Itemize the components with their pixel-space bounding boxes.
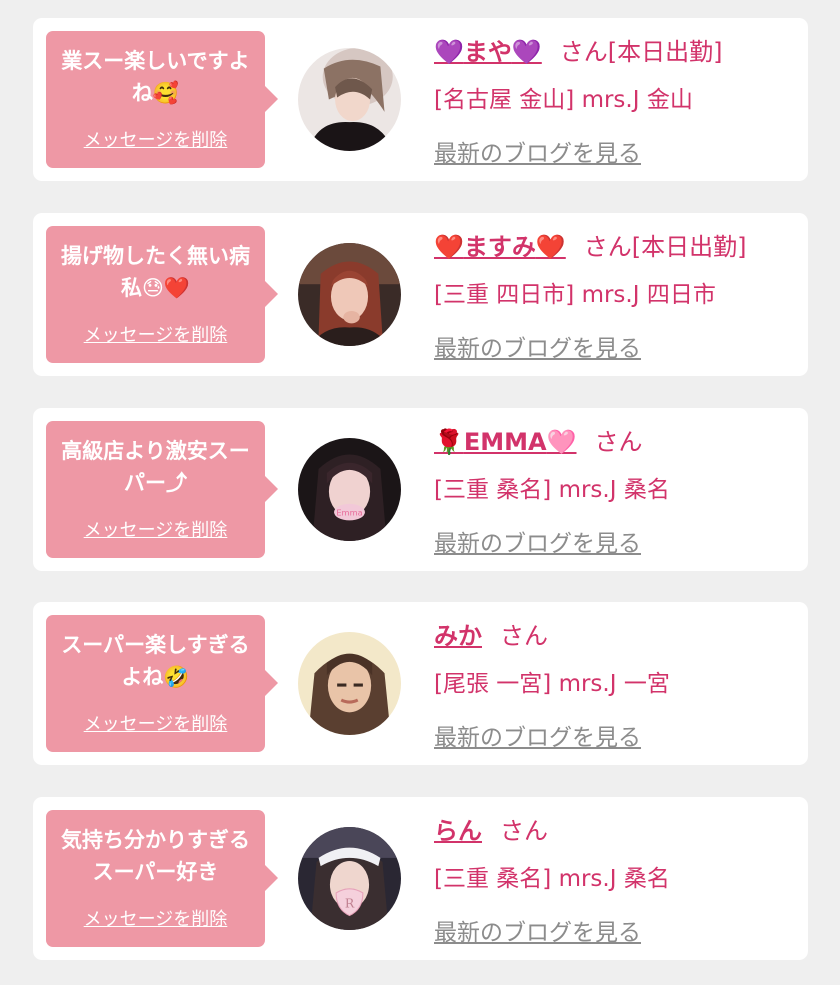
honorific-status: さん <box>500 817 548 845</box>
location-text: [三重 桑名] mrs.J 桑名 <box>434 866 670 892</box>
message-card: スーパー楽しすぎるよね🤣 メッセージを削除 みか さん [尾張 一宮] mrs.J… <box>33 602 808 765</box>
message-text: 高級店より激安スーパー⤴ <box>61 439 250 495</box>
avatar[interactable]: R <box>298 827 401 930</box>
avatar[interactable] <box>298 632 401 735</box>
delete-message-link[interactable]: メッセージを削除 <box>46 905 265 931</box>
profile-name-link[interactable]: 🌹EMMA🩷 <box>434 428 577 456</box>
name-suffix-emoji: 🩷 <box>546 428 577 456</box>
message-bubble: スーパー楽しすぎるよね🤣 メッセージを削除 <box>46 615 278 752</box>
woman-avatar-photo-icon: Emma <box>298 438 401 541</box>
avatar-caption: Emma <box>336 507 362 517</box>
message-text: 業スー楽しいですよね🥰 <box>61 49 250 105</box>
name-prefix-emoji: ❤️ <box>434 233 464 261</box>
honorific-status: さん[本日出勤] <box>559 38 723 66</box>
location-text: [名古屋 金山] mrs.J 金山 <box>434 87 693 113</box>
message-list: 業スー楽しいですよね🥰 メッセージを削除 💜まや💜 さん[本日出勤] [名古屋 金… <box>0 0 840 985</box>
message-card: 業スー楽しいですよね🥰 メッセージを削除 💜まや💜 さん[本日出勤] [名古屋 金… <box>33 18 808 181</box>
delete-message-link[interactable]: メッセージを削除 <box>46 126 265 152</box>
profile-name: まや <box>463 38 512 66</box>
profile-name-link[interactable]: 💜まや💜 <box>434 38 542 66</box>
avatar-caption: R <box>345 896 355 910</box>
profile-name-link[interactable]: みか <box>434 622 482 650</box>
honorific-status: さん <box>594 428 643 456</box>
profile-name-link[interactable]: らん <box>434 817 482 845</box>
profile-name-line: らん さん <box>434 811 548 846</box>
profile-name-line: 💜まや💜 さん[本日出勤] <box>434 32 723 67</box>
view-blog-link[interactable]: 最新のブログを見る <box>434 913 641 947</box>
profile-name: みか <box>434 622 482 650</box>
view-blog-link[interactable]: 最新のブログを見る <box>434 524 641 558</box>
message-card: 高級店より激安スーパー⤴ メッセージを削除 Emma 🌹EMMA🩷 さん [三重 … <box>33 408 808 571</box>
profile-name: EMMA <box>463 428 547 456</box>
name-suffix-emoji: ❤️ <box>535 233 566 261</box>
profile-name-line: 🌹EMMA🩷 さん <box>434 422 643 457</box>
view-blog-link[interactable]: 最新のブログを見る <box>434 718 641 752</box>
honorific-status: さん <box>500 622 548 650</box>
profile-name-line: みか さん <box>434 616 548 651</box>
message-bubble: 高級店より激安スーパー⤴ メッセージを削除 <box>46 421 278 558</box>
view-blog-link[interactable]: 最新のブログを見る <box>434 134 641 168</box>
avatar[interactable] <box>298 243 401 346</box>
profile-name-link[interactable]: ❤️ますみ❤️ <box>434 233 566 261</box>
location-text: [三重 四日市] mrs.J 四日市 <box>434 282 716 308</box>
woman-avatar-photo-icon <box>298 632 401 735</box>
woman-avatar-photo-icon <box>298 48 401 151</box>
message-text: 揚げ物したく無い病私😓❤️ <box>61 244 250 300</box>
message-text: 気持ち分かりすぎるスーパー好き <box>61 828 250 884</box>
message-card: 気持ち分かりすぎるスーパー好き メッセージを削除 R らん さん [三重 桑名] … <box>33 797 808 960</box>
view-blog-link[interactable]: 最新のブログを見る <box>434 329 641 363</box>
honorific-status: さん[本日出勤] <box>583 233 747 261</box>
woman-avatar-photo-icon: R <box>298 827 401 930</box>
profile-name: らん <box>434 817 482 845</box>
delete-message-link[interactable]: メッセージを削除 <box>46 321 265 347</box>
profile-name-line: ❤️ますみ❤️ さん[本日出勤] <box>434 227 747 262</box>
delete-message-link[interactable]: メッセージを削除 <box>46 710 265 736</box>
woman-avatar-photo-icon <box>298 243 401 346</box>
message-card: 揚げ物したく無い病私😓❤️ メッセージを削除 ❤️ますみ❤️ さん[本日出勤] [… <box>33 213 808 376</box>
message-bubble: 揚げ物したく無い病私😓❤️ メッセージを削除 <box>46 226 278 363</box>
profile-name: ますみ <box>463 233 536 261</box>
delete-message-link[interactable]: メッセージを削除 <box>46 516 265 542</box>
name-prefix-emoji: 🌹 <box>434 428 464 456</box>
avatar[interactable] <box>298 48 401 151</box>
location-text: [三重 桑名] mrs.J 桑名 <box>434 477 670 503</box>
location-text: [尾張 一宮] mrs.J 一宮 <box>434 671 670 697</box>
avatar[interactable]: Emma <box>298 438 401 541</box>
name-suffix-emoji: 💜 <box>511 38 542 66</box>
name-prefix-emoji: 💜 <box>434 38 464 66</box>
message-bubble: 業スー楽しいですよね🥰 メッセージを削除 <box>46 31 278 168</box>
message-text: スーパー楽しすぎるよね🤣 <box>61 633 250 689</box>
message-bubble: 気持ち分かりすぎるスーパー好き メッセージを削除 <box>46 810 278 947</box>
